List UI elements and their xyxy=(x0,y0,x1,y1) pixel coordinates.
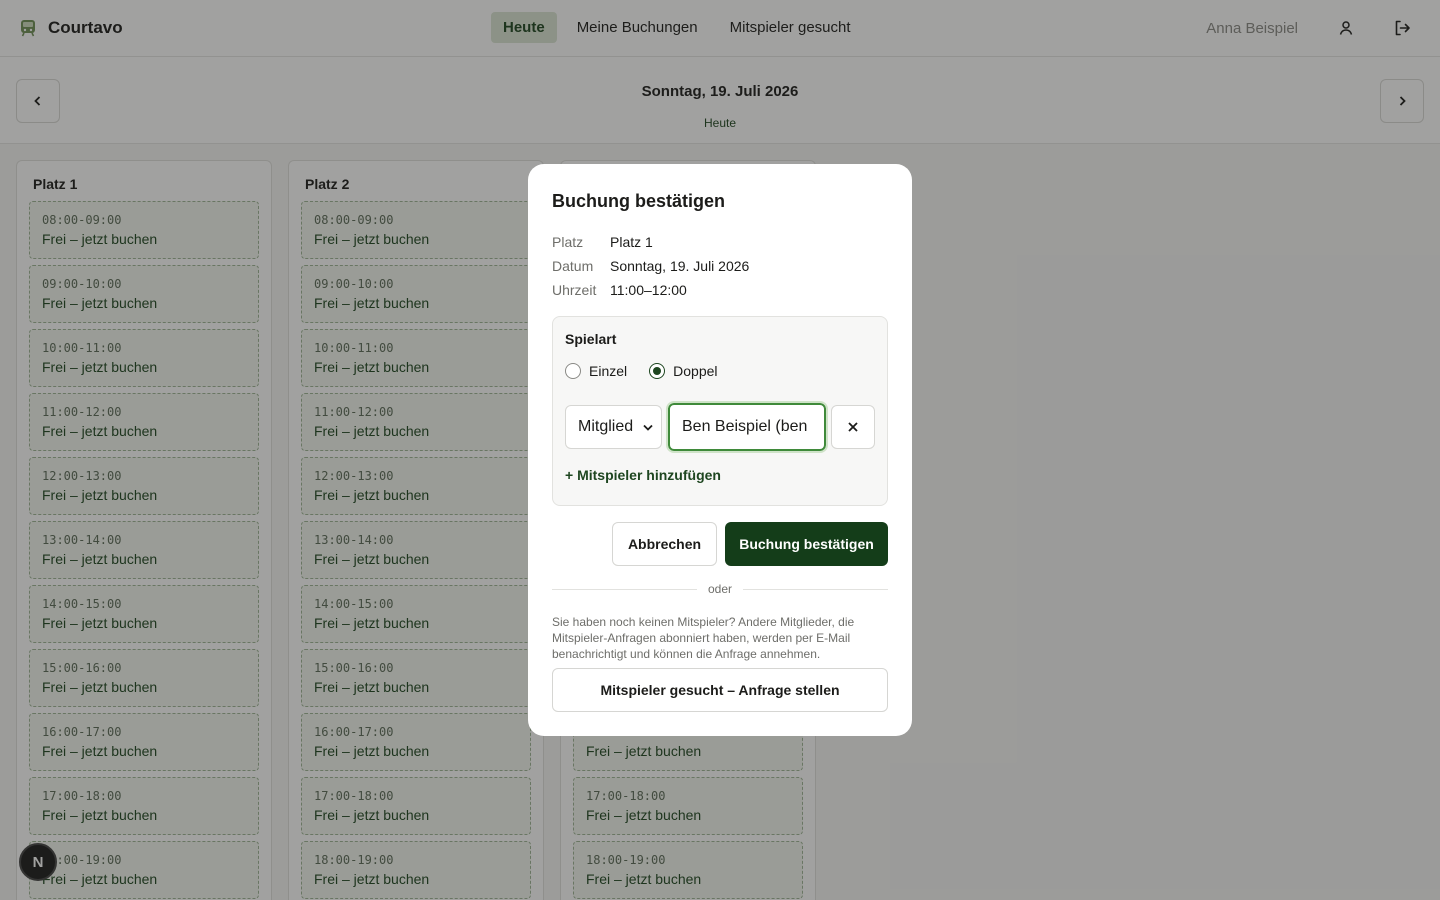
cancel-button[interactable]: Abbrechen xyxy=(612,522,717,566)
radio-doubles-label[interactable]: Doppel xyxy=(673,363,717,379)
detail-key: Datum xyxy=(552,258,594,274)
detail-value: Platz 1 xyxy=(610,234,653,250)
radio-doubles[interactable] xyxy=(649,363,666,379)
partner-hint-text: Sie haben noch keinen Mitspieler? Andere… xyxy=(552,615,855,661)
detail-value: 11:00–12:00 xyxy=(610,282,687,298)
booking-confirm-dialog: Buchung bestätigen Platz Platz 1 Datum Son… xyxy=(528,164,912,736)
detail-value: Sonntag, 19. Juli 2026 xyxy=(610,258,750,274)
detail-time: Uhrzeit 11:00–12:00 xyxy=(552,282,687,298)
player-type-value: Mitglied xyxy=(578,418,634,435)
or-divider: oder xyxy=(552,582,888,596)
partner-request-button[interactable]: Mitspieler gesucht – Anfrage stellen xyxy=(552,668,888,712)
close-icon xyxy=(848,422,858,432)
detail-key: Uhrzeit xyxy=(552,282,597,298)
player-name-input[interactable] xyxy=(666,401,828,453)
player-type-select[interactable]: Mitglied xyxy=(565,405,662,449)
radio-singles[interactable] xyxy=(565,363,581,379)
remove-player-button[interactable] xyxy=(831,405,875,449)
dialog-title: Buchung bestätigen xyxy=(552,191,726,211)
game-type-panel: Spielart Einzel Doppel Mitglied + Mitspi… xyxy=(552,316,888,506)
game-type-options: Einzel Doppel xyxy=(565,363,740,379)
radio-singles-label[interactable]: Einzel xyxy=(589,363,627,379)
detail-key: Platz xyxy=(552,234,584,250)
detail-court: Platz Platz 1 xyxy=(552,234,653,250)
game-type-label: Spielart xyxy=(565,331,617,347)
chevron-down-icon xyxy=(643,424,653,431)
confirm-booking-button[interactable]: Buchung bestätigen xyxy=(725,522,888,566)
add-player-link[interactable]: + Mitspieler hinzufügen xyxy=(565,467,721,483)
detail-date: Datum Sonntag, 19. Juli 2026 xyxy=(552,258,749,274)
